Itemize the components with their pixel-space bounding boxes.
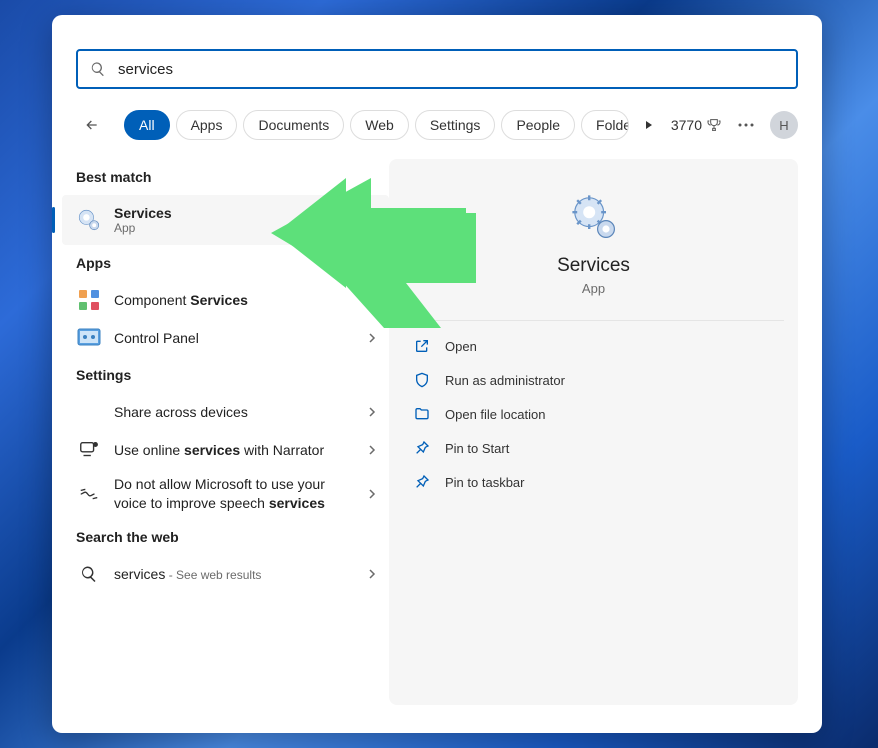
chevron-right-icon bbox=[367, 333, 377, 343]
chevron-right-icon bbox=[367, 407, 377, 417]
chevron-right-icon bbox=[367, 295, 377, 305]
search-input[interactable] bbox=[118, 61, 784, 78]
pin-icon bbox=[413, 439, 431, 457]
start-search-panel: All Apps Documents Web Settings People F… bbox=[52, 15, 822, 733]
filter-tab-documents[interactable]: Documents bbox=[243, 110, 344, 140]
services-icon-large bbox=[570, 193, 618, 241]
result-share-devices[interactable]: Share across devices bbox=[62, 393, 389, 431]
back-button[interactable] bbox=[76, 109, 108, 141]
services-icon bbox=[76, 207, 102, 233]
detail-title: Services bbox=[557, 255, 630, 277]
result-text: Services App bbox=[114, 205, 377, 235]
rewards-points[interactable]: 3770 bbox=[671, 117, 722, 133]
component-services-icon bbox=[76, 287, 102, 313]
detail-type: App bbox=[582, 281, 605, 296]
open-icon bbox=[413, 337, 431, 355]
result-voice-privacy[interactable]: Do not allow Microsoft to use your voice… bbox=[62, 469, 389, 519]
pin-icon bbox=[413, 473, 431, 491]
search-box[interactable] bbox=[76, 49, 798, 89]
empty-icon bbox=[76, 399, 102, 425]
action-run-admin[interactable]: Run as administrator bbox=[403, 363, 784, 397]
result-component-services[interactable]: Component Services bbox=[62, 281, 389, 319]
section-settings: Settings bbox=[62, 357, 389, 393]
folder-icon bbox=[413, 405, 431, 423]
section-web: Search the web bbox=[62, 519, 389, 555]
action-pin-start[interactable]: Pin to Start bbox=[403, 431, 784, 465]
chevron-right-icon bbox=[367, 569, 377, 579]
filter-tab-people[interactable]: People bbox=[501, 110, 575, 140]
results-list: Best match Services App Apps Component S… bbox=[52, 159, 389, 733]
filter-tab-folders[interactable]: Folders bbox=[581, 110, 629, 140]
result-web-services[interactable]: services - See web results bbox=[62, 555, 389, 593]
result-control-panel[interactable]: Control Panel bbox=[62, 319, 389, 357]
search-icon bbox=[76, 561, 102, 587]
filter-right-group: 3770 H bbox=[671, 111, 798, 139]
chevron-right-icon bbox=[367, 445, 377, 455]
action-open[interactable]: Open bbox=[403, 329, 784, 363]
avatar[interactable]: H bbox=[770, 111, 798, 139]
section-apps: Apps bbox=[62, 245, 389, 281]
filter-tab-apps[interactable]: Apps bbox=[176, 110, 238, 140]
action-pin-taskbar[interactable]: Pin to taskbar bbox=[403, 465, 784, 499]
section-best-match: Best match bbox=[62, 159, 389, 195]
search-icon bbox=[90, 61, 106, 77]
chevron-right-icon bbox=[367, 489, 377, 499]
control-panel-icon bbox=[76, 325, 102, 351]
filter-tab-all[interactable]: All bbox=[124, 110, 170, 140]
triangle-right-icon bbox=[644, 120, 654, 130]
filter-tab-settings[interactable]: Settings bbox=[415, 110, 496, 140]
trophy-icon bbox=[706, 117, 722, 133]
result-best-match[interactable]: Services App bbox=[62, 195, 389, 245]
voice-icon bbox=[76, 481, 102, 507]
detail-panel: Services App Open Run as administrator O… bbox=[389, 159, 798, 705]
detail-header: Services App bbox=[403, 175, 784, 321]
result-narrator[interactable]: Use online services with Narrator bbox=[62, 431, 389, 469]
narrator-icon bbox=[76, 437, 102, 463]
results-body: Best match Services App Apps Component S… bbox=[52, 159, 822, 733]
scroll-filters-button[interactable] bbox=[635, 111, 663, 139]
shield-icon bbox=[413, 371, 431, 389]
filter-tab-web[interactable]: Web bbox=[350, 110, 409, 140]
filter-row: All Apps Documents Web Settings People F… bbox=[52, 101, 822, 159]
arrow-left-icon bbox=[84, 117, 100, 133]
dots-icon bbox=[738, 123, 754, 127]
more-button[interactable] bbox=[736, 115, 756, 135]
action-open-location[interactable]: Open file location bbox=[403, 397, 784, 431]
